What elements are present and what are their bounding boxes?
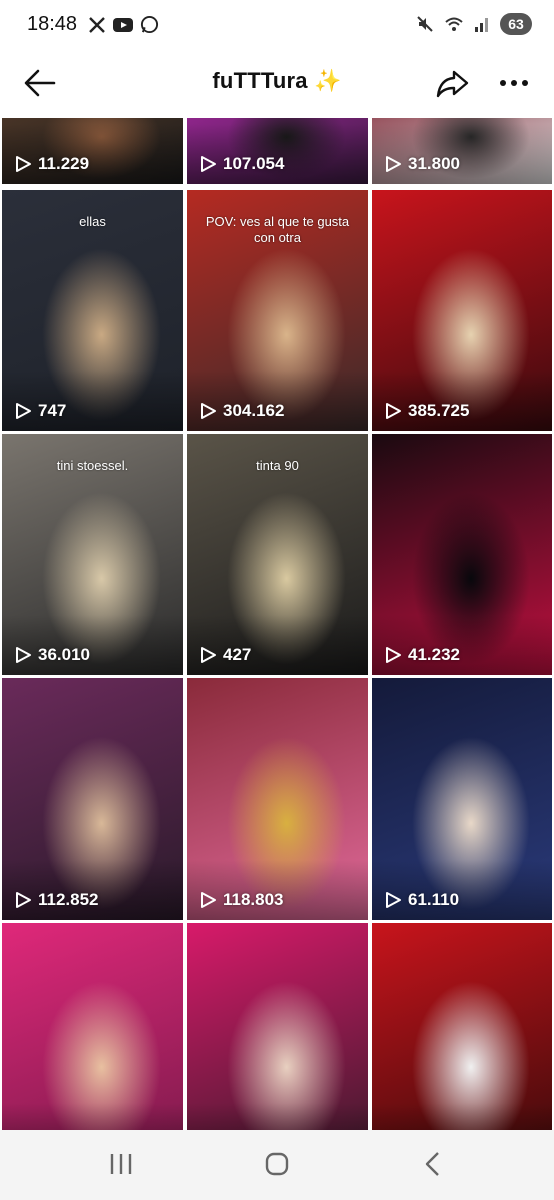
video-tile[interactable]: 31.800 [372,118,552,184]
status-time: 18:48 [27,13,78,35]
home-button[interactable] [265,1152,289,1181]
video-tile[interactable]: 112.852 [2,678,183,920]
view-count: 11.229 [14,154,89,174]
back-nav-icon [425,1152,439,1176]
video-tile[interactable]: 61.110 [372,678,552,920]
view-count-label: 118.803 [223,890,284,909]
view-count-label: 385.725 [408,401,470,420]
tile-caption: tini stoessel. [56,458,129,473]
play-icon [386,403,401,419]
page-title: fuTTTura ✨ [212,68,342,93]
home-icon [265,1152,289,1176]
recent-apps-button[interactable] [108,1152,134,1181]
view-count: 112.852 [14,890,99,910]
x-icon [89,16,105,33]
tile-caption: POV: ves al que te gusta con otra [205,214,350,245]
video-tile[interactable]: 107.054 [187,118,368,184]
wifi-icon [445,17,463,31]
video-tile[interactable]: ellas 747 [2,190,183,431]
view-count-label: 427 [223,645,252,664]
status-system-icons: 63 [416,13,532,35]
back-nav-button[interactable] [423,1151,443,1182]
view-count-label: 107.054 [223,154,285,173]
tile-caption: ellas [79,214,106,229]
play-icon [201,403,216,419]
tile-shade [187,1103,368,1130]
status-app-icons [88,15,159,34]
signal-icon [475,18,488,32]
view-count: 31.800 [384,154,460,174]
video-tile[interactable]: 385.725 [372,190,552,431]
video-tile[interactable]: 11.229 [2,118,183,184]
play-icon [16,156,31,172]
more-options-button[interactable] [496,66,532,100]
view-count-label: 747 [38,401,67,420]
video-tile[interactable] [187,923,368,1130]
play-icon [386,892,401,908]
status-bar: 18:48 63 [0,0,554,52]
tile-caption: tinta 90 [256,458,299,473]
view-count: 304.162 [199,401,284,421]
share-button[interactable] [434,66,470,100]
video-tile[interactable]: tinta 90 427 [187,434,368,675]
view-count: 36.010 [14,645,90,665]
share-icon [436,70,469,98]
play-icon [201,892,216,908]
whatsapp-icon [140,15,159,34]
video-tile[interactable] [2,923,183,1130]
video-tile[interactable]: POV: ves al que te gusta con otra 304.162 [187,190,368,431]
play-icon [201,647,216,663]
view-count: 385.725 [384,401,469,421]
battery-indicator: 63 [500,13,532,35]
play-icon [16,403,31,419]
view-count-label: 31.800 [408,154,460,173]
more-horizontal-icon [500,80,528,86]
video-tile[interactable]: 118.803 [187,678,368,920]
youtube-icon [113,17,133,32]
view-count-label: 61.110 [408,890,460,909]
view-count: 118.803 [199,890,284,910]
video-grid: 11.229 107.054 31.800 ellas 747 POV: ves al q… [0,118,554,1130]
tile-shade [372,1103,552,1130]
play-icon [16,647,31,663]
play-icon [386,647,401,663]
view-count-label: 36.010 [38,645,90,664]
view-count-label: 304.162 [223,401,285,420]
play-icon [16,892,31,908]
view-count: 427 [199,645,251,665]
play-icon [386,156,401,172]
video-tile[interactable]: tini stoessel. 36.010 [2,434,183,675]
video-tile[interactable] [372,923,552,1130]
view-count-label: 112.852 [38,890,99,909]
tile-shade [2,1103,183,1130]
play-icon [201,156,216,172]
view-count-label: 41.232 [408,645,460,664]
system-nav-bar [0,1130,554,1200]
view-count: 107.054 [199,154,284,174]
view-count: 61.110 [384,890,459,910]
app-bar: fuTTTura ✨ [0,52,554,114]
view-count-label: 11.229 [38,154,90,173]
mute-icon [417,16,433,32]
view-count: 747 [14,401,66,421]
recent-apps-icon [110,1154,132,1174]
view-count: 41.232 [384,645,460,665]
video-tile[interactable]: 41.232 [372,434,552,675]
